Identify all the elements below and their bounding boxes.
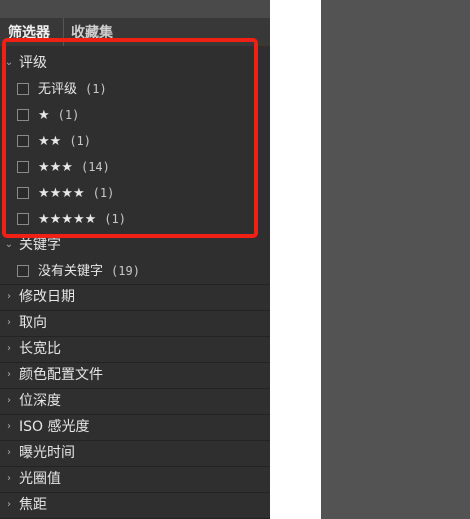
section-label: 曝光时间 [19,445,75,461]
section-date-modified[interactable]: › 修改日期 [0,285,270,311]
rating-item-count: (1) [69,134,91,148]
rating-item-label: ★ (1) [38,108,80,123]
chevron-right-icon: › [7,421,11,432]
rating-item-count: (1) [57,108,80,122]
chevron-right-icon: › [7,343,11,354]
checkbox-icon[interactable] [17,83,29,95]
chevron-right-icon: › [7,317,11,328]
section-focal-length[interactable]: › 焦距 [0,493,270,519]
checkbox-icon[interactable] [17,161,29,173]
section-label: 取向 [19,315,47,331]
tab-divider [63,18,64,46]
section-label: 长宽比 [19,341,61,357]
chevron-right-icon: › [7,473,11,484]
rating-item-label: ★★ (1) [38,134,91,149]
section-orientation[interactable]: › 取向 [0,311,270,337]
section-keywords-label: 关键字 [19,237,61,253]
tab-bar: 筛选器 收藏集 [0,18,270,46]
keyword-item-none[interactable]: 没有关键字 (19) [0,259,270,285]
tab-filter[interactable]: 筛选器 [8,25,50,41]
section-label: 位深度 [19,393,61,409]
filter-panel: 筛选器 收藏集 ⌄ 评级 无评级 (1) ★ (1) ★★ (1) ★★★ (14) ★… [0,0,270,519]
checkbox-icon[interactable] [17,265,29,277]
chevron-right-icon: › [7,395,11,406]
section-aperture[interactable]: › 光圈值 [0,467,270,493]
keyword-item-label: 没有关键字 (19) [38,264,140,279]
section-aspect-ratio[interactable]: › 长宽比 [0,337,270,363]
section-rating-header[interactable]: ⌄ 评级 [0,51,270,77]
section-label: 光圈值 [19,471,61,487]
chevron-right-icon: › [7,447,11,458]
rating-item-count: (1) [92,186,115,200]
rating-item-label: ★★★ (14) [38,160,110,175]
section-label: ISO 感光度 [19,419,90,435]
rating-item-1-star[interactable]: ★ (1) [0,103,270,129]
rating-item-label: ★★★★★ (1) [38,212,126,227]
rating-item-count: (1) [85,82,107,96]
gutter [270,0,321,519]
rating-item-none[interactable]: 无评级 (1) [0,77,270,103]
rating-item-count: (1) [104,212,126,226]
section-label: 修改日期 [19,289,75,305]
panel-top-bar [0,0,270,18]
rating-item-label: 无评级 (1) [38,82,107,97]
chevron-down-icon: ⌄ [4,57,14,68]
section-rating-label: 评级 [19,55,47,71]
checkbox-icon[interactable] [17,187,29,199]
chevron-right-icon: › [7,499,11,510]
section-label: 颜色配置文件 [19,367,103,383]
tab-collections[interactable]: 收藏集 [71,25,113,41]
rating-item-label: ★★★★ (1) [38,186,115,201]
rating-item-3-stars[interactable]: ★★★ (14) [0,155,270,181]
checkbox-icon[interactable] [17,213,29,225]
section-bit-depth[interactable]: › 位深度 [0,389,270,415]
content-panel [321,0,470,519]
rating-item-2-stars[interactable]: ★★ (1) [0,129,270,155]
section-label: 焦距 [19,497,47,513]
section-color-profile[interactable]: › 颜色配置文件 [0,363,270,389]
section-exposure-time[interactable]: › 曝光时间 [0,441,270,467]
rating-item-5-stars[interactable]: ★★★★★ (1) [0,207,270,233]
section-keywords-header[interactable]: ⌄ 关键字 [0,233,270,259]
checkbox-icon[interactable] [17,135,29,147]
checkbox-icon[interactable] [17,109,29,121]
rating-item-count: (14) [80,160,110,174]
chevron-right-icon: › [7,369,11,380]
rating-item-4-stars[interactable]: ★★★★ (1) [0,181,270,207]
chevron-down-icon: ⌄ [4,239,14,250]
chevron-right-icon: › [7,291,11,302]
section-iso[interactable]: › ISO 感光度 [0,415,270,441]
keyword-item-count: (19) [111,264,140,278]
